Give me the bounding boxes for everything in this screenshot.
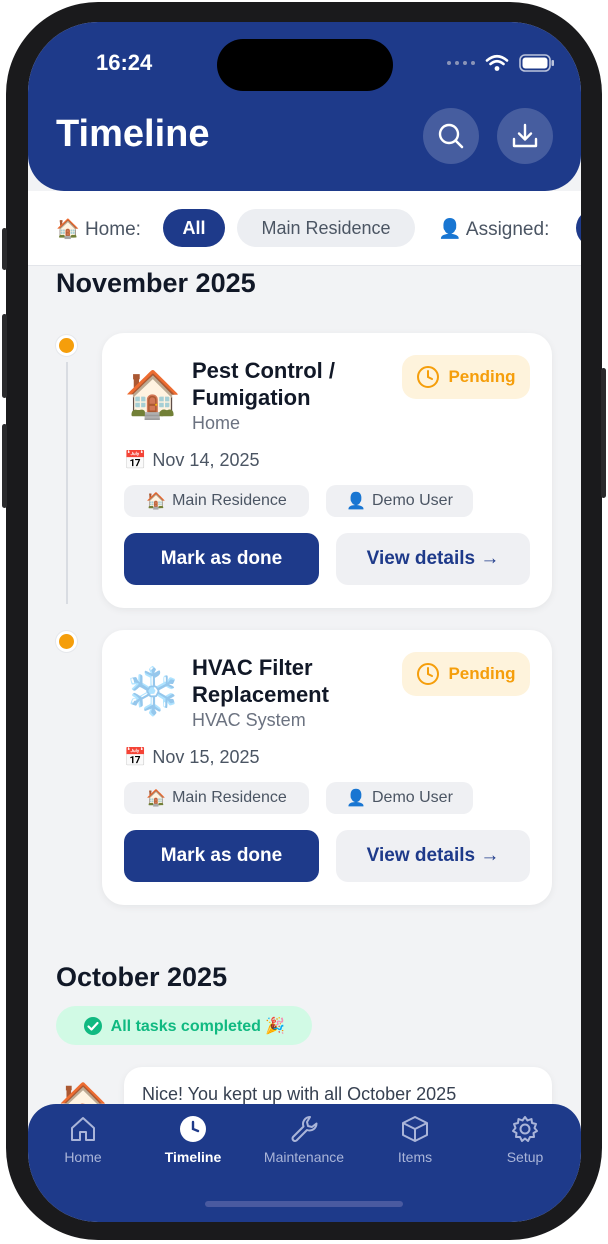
timeline-dot bbox=[56, 335, 77, 356]
clock-icon bbox=[180, 1116, 206, 1142]
volume-up-button bbox=[2, 314, 7, 398]
tab-setup[interactable]: Setup bbox=[470, 1114, 580, 1165]
residence-tag: 🏠 Main Residence bbox=[124, 485, 309, 517]
mark-as-done-button[interactable]: Mark as done bbox=[124, 830, 319, 882]
app-screen: 16:24 Timeline 🏠 Home: All Main Residenc… bbox=[28, 22, 581, 1222]
house-icon: 🏠 bbox=[146, 790, 167, 807]
task-title: HVAC Filter Replacement bbox=[192, 655, 329, 707]
completed-badge: All tasks completed 🎉 bbox=[56, 1006, 312, 1045]
status-badge: Pending bbox=[402, 355, 530, 399]
search-icon bbox=[438, 123, 464, 149]
home-filter-label: 🏠 Home: bbox=[56, 219, 141, 240]
status-icons bbox=[447, 54, 555, 72]
user-icon: 👤 bbox=[346, 790, 366, 807]
task-date: 📅 Nov 15, 2025 bbox=[124, 747, 260, 767]
timeline-line bbox=[66, 362, 68, 604]
gear-icon bbox=[512, 1116, 538, 1142]
download-button[interactable] bbox=[497, 108, 553, 164]
tab-timeline[interactable]: Timeline bbox=[138, 1114, 248, 1165]
filter-chip-main-residence[interactable]: Main Residence bbox=[237, 209, 415, 247]
tab-items[interactable]: Items bbox=[360, 1114, 470, 1165]
calendar-icon: 📅 bbox=[124, 747, 147, 767]
assignee-tag: 👤 Demo User bbox=[326, 782, 473, 814]
house-icon: 🏠 bbox=[146, 493, 167, 510]
power-button bbox=[601, 368, 606, 498]
status-time: 16:24 bbox=[96, 50, 153, 75]
summary-message: Nice! You kept up with all October 2025 bbox=[142, 1084, 457, 1104]
view-details-button[interactable]: View details → bbox=[336, 533, 530, 585]
clock-icon bbox=[417, 366, 440, 388]
task-card: 🏠 Pest Control / Fumigation Home Pending… bbox=[102, 333, 552, 608]
timeline-dot bbox=[56, 631, 77, 652]
task-card: ❄️ HVAC Filter Replacement HVAC System P… bbox=[102, 630, 552, 905]
status-badge: Pending bbox=[402, 652, 530, 696]
filter-chip-assigned[interactable] bbox=[576, 209, 581, 247]
month-heading: October 2025 bbox=[56, 962, 228, 992]
download-icon bbox=[512, 123, 538, 148]
signal-icon bbox=[447, 61, 475, 65]
task-date: 📅 Nov 14, 2025 bbox=[124, 450, 260, 470]
clock-icon bbox=[417, 663, 440, 685]
residence-tag: 🏠 Main Residence bbox=[124, 782, 309, 814]
home-indicator bbox=[205, 1201, 403, 1207]
house-icon bbox=[71, 1117, 95, 1141]
home-filter-icon: 🏠 bbox=[56, 219, 80, 240]
month-heading: November 2025 bbox=[56, 268, 256, 298]
box-icon bbox=[402, 1116, 428, 1142]
tab-home[interactable]: Home bbox=[28, 1114, 138, 1165]
battery-icon bbox=[519, 54, 554, 72]
user-icon: 👤 bbox=[346, 493, 366, 510]
task-category: Home bbox=[192, 413, 241, 433]
snowflake-icon: ❄️ bbox=[124, 665, 182, 717]
wifi-icon bbox=[485, 54, 509, 71]
volume-down-button bbox=[2, 424, 7, 508]
task-title: Pest Control / Fumigation bbox=[192, 358, 336, 410]
mark-as-done-button[interactable]: Mark as done bbox=[124, 533, 319, 585]
wrench-icon bbox=[291, 1116, 318, 1142]
filter-bar: 🏠 Home: All Main Residence 👤 Assigned: bbox=[28, 191, 581, 266]
house-icon: 🏠 bbox=[124, 368, 182, 420]
view-details-button[interactable]: View details → bbox=[336, 830, 530, 882]
calendar-icon: 📅 bbox=[124, 450, 147, 470]
task-category: HVAC System bbox=[192, 710, 306, 730]
check-circle-icon bbox=[83, 1016, 102, 1035]
dynamic-island bbox=[217, 39, 393, 91]
app-header: 16:24 Timeline bbox=[28, 22, 581, 191]
assignee-tag: 👤 Demo User bbox=[326, 485, 473, 517]
page-title: Timeline bbox=[56, 113, 210, 155]
mute-switch bbox=[2, 228, 7, 270]
assigned-filter-icon: 👤 bbox=[438, 219, 462, 240]
search-button[interactable] bbox=[423, 108, 479, 164]
filter-chip-all[interactable]: All bbox=[163, 209, 225, 247]
tab-maintenance[interactable]: Maintenance bbox=[249, 1114, 359, 1165]
assigned-filter-label: 👤 Assigned: bbox=[438, 219, 550, 240]
